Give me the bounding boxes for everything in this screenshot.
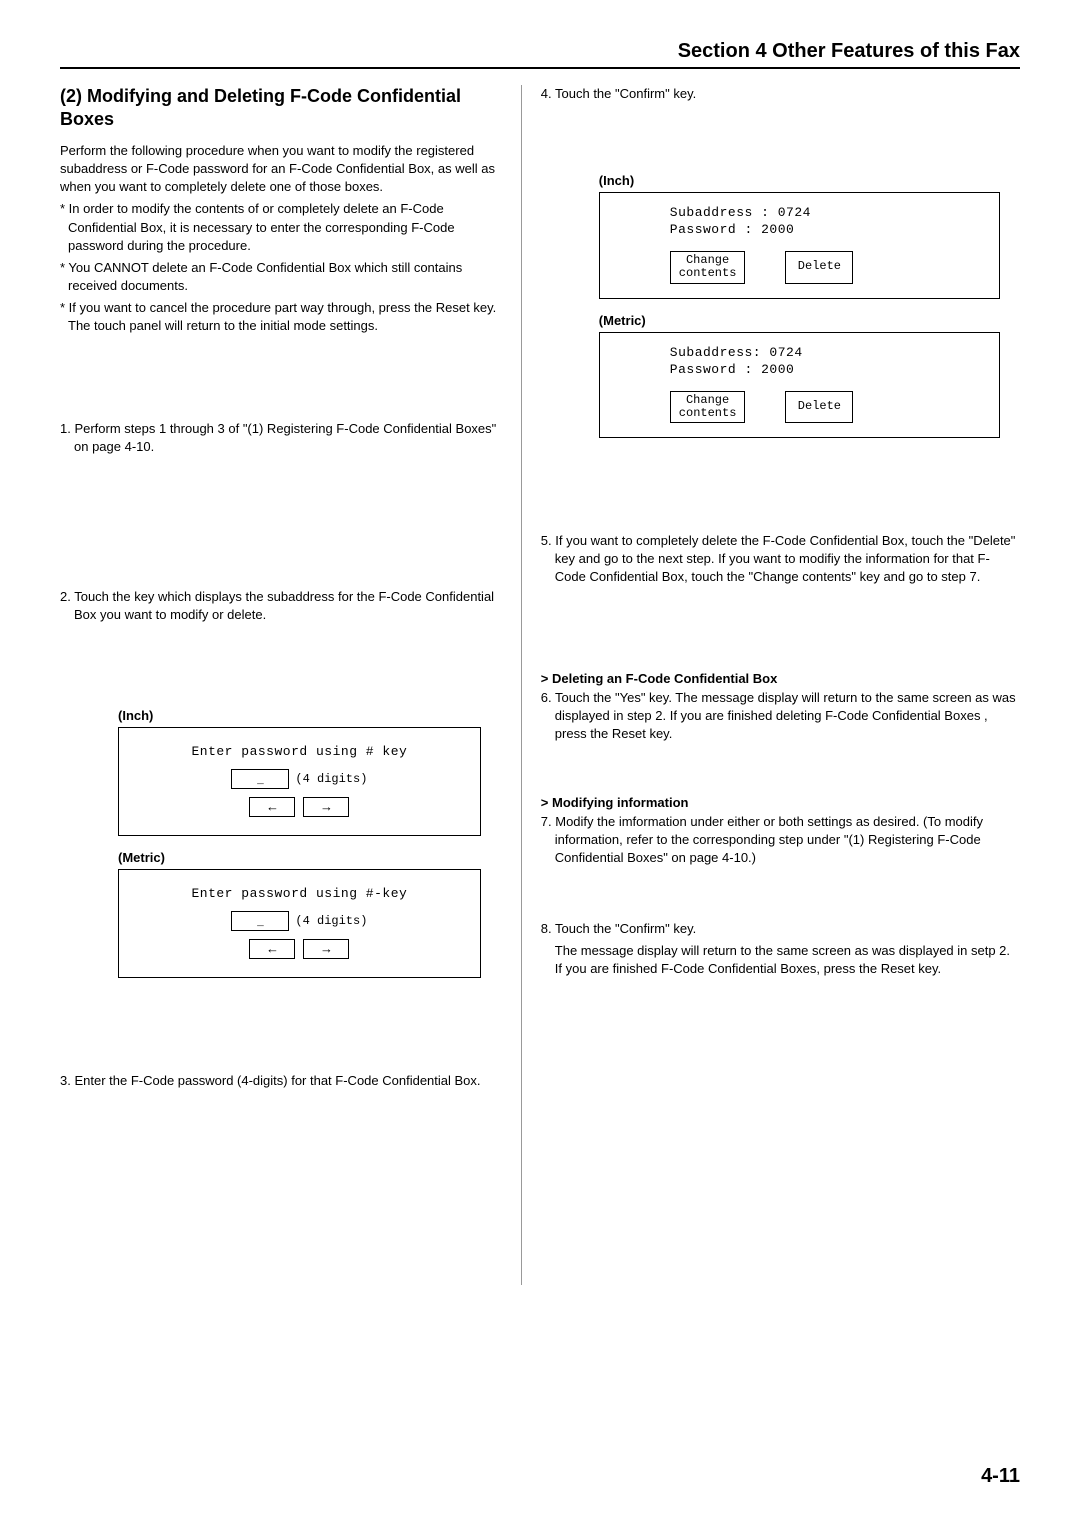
arrow-right-icon: → <box>322 942 330 957</box>
change-contents-button[interactable]: Changecontents <box>670 391 746 423</box>
metric-label: (Metric) <box>60 850 501 865</box>
inch-prompt: Enter password using # key <box>139 744 460 759</box>
digits-hint: (4 digits) <box>295 772 367 786</box>
password-line: Password : 2000 <box>670 362 979 377</box>
arrow-right-button[interactable]: → <box>303 797 349 817</box>
metric-label-right: (Metric) <box>541 313 1020 328</box>
step-7: 7. Modify the imformation under either o… <box>541 813 1020 868</box>
metric-screen-box: Subaddress: 0724 Password : 2000 Changec… <box>599 332 1000 438</box>
two-column-layout: (2) Modifying and Deleting F-Code Confid… <box>60 85 1020 1095</box>
note-1: * In order to modify the contents of or … <box>60 200 501 255</box>
header-title: Section 4 Other Features of this Fax <box>60 40 1020 63</box>
inch-screen-password: Enter password using # key _ (4 digits) … <box>118 727 481 836</box>
note-3: * If you want to cancel the procedure pa… <box>60 299 501 335</box>
password-input[interactable]: _ <box>231 911 289 931</box>
change-contents-button[interactable]: Changecontents <box>670 251 746 283</box>
delete-button[interactable]: Delete <box>785 391 853 423</box>
column-divider <box>521 85 522 1285</box>
inch-label-right: (Inch) <box>541 173 1020 188</box>
step-6: 6. Touch the "Yes" key. The message disp… <box>541 689 1020 744</box>
digit-input-row: _ (4 digits) <box>139 911 460 931</box>
arrow-left-button[interactable]: ← <box>249 797 295 817</box>
right-column: 4. Touch the "Confirm" key. (Inch) Subad… <box>521 85 1020 1095</box>
arrow-button-row: ← → <box>139 939 460 959</box>
page-number: 4-11 <box>981 1465 1020 1488</box>
password-line: Password : 2000 <box>670 222 979 237</box>
delete-button[interactable]: Delete <box>785 251 853 283</box>
digit-input-row: _ (4 digits) <box>139 769 460 789</box>
step-4: 4. Touch the "Confirm" key. <box>541 85 1020 103</box>
step-2: 2. Touch the key which displays the suba… <box>60 588 501 624</box>
digits-hint: (4 digits) <box>295 914 367 928</box>
arrow-right-icon: → <box>322 800 330 815</box>
subaddress-line: Subaddress : 0724 <box>670 205 979 220</box>
arrow-left-icon: ← <box>268 800 276 815</box>
left-column: (2) Modifying and Deleting F-Code Confid… <box>60 85 521 1095</box>
section-title: (2) Modifying and Deleting F-Code Confid… <box>60 85 501 132</box>
step-8: 8. Touch the "Confirm" key. <box>541 920 1020 938</box>
arrow-left-icon: ← <box>268 942 276 957</box>
step-3: 3. Enter the F-Code password (4-digits) … <box>60 1072 501 1090</box>
inch-label: (Inch) <box>60 708 501 723</box>
arrow-left-button[interactable]: ← <box>249 939 295 959</box>
metric-screen-password: Enter password using #-key _ (4 digits) … <box>118 869 481 978</box>
password-input[interactable]: _ <box>231 769 289 789</box>
note-2: * You CANNOT delete an F-Code Confidenti… <box>60 259 501 295</box>
arrow-button-row: ← → <box>139 797 460 817</box>
step-8-continued: The message display will return to the s… <box>541 942 1020 978</box>
deleting-subhead: > Deleting an F-Code Confidential Box <box>541 671 1020 686</box>
action-button-row: Changecontents Delete <box>670 251 979 283</box>
modifying-subhead: > Modifying information <box>541 795 1020 810</box>
intro-text: Perform the following procedure when you… <box>60 142 501 197</box>
step-1: 1. Perform steps 1 through 3 of "(1) Reg… <box>60 420 501 456</box>
inch-screen-box: Subaddress : 0724 Password : 2000 Change… <box>599 192 1000 298</box>
subaddress-line: Subaddress: 0724 <box>670 345 979 360</box>
arrow-right-button[interactable]: → <box>303 939 349 959</box>
step-5: 5. If you want to completely delete the … <box>541 532 1020 587</box>
page-header: Section 4 Other Features of this Fax <box>60 40 1020 69</box>
action-button-row: Changecontents Delete <box>670 391 979 423</box>
metric-prompt: Enter password using #-key <box>139 886 460 901</box>
